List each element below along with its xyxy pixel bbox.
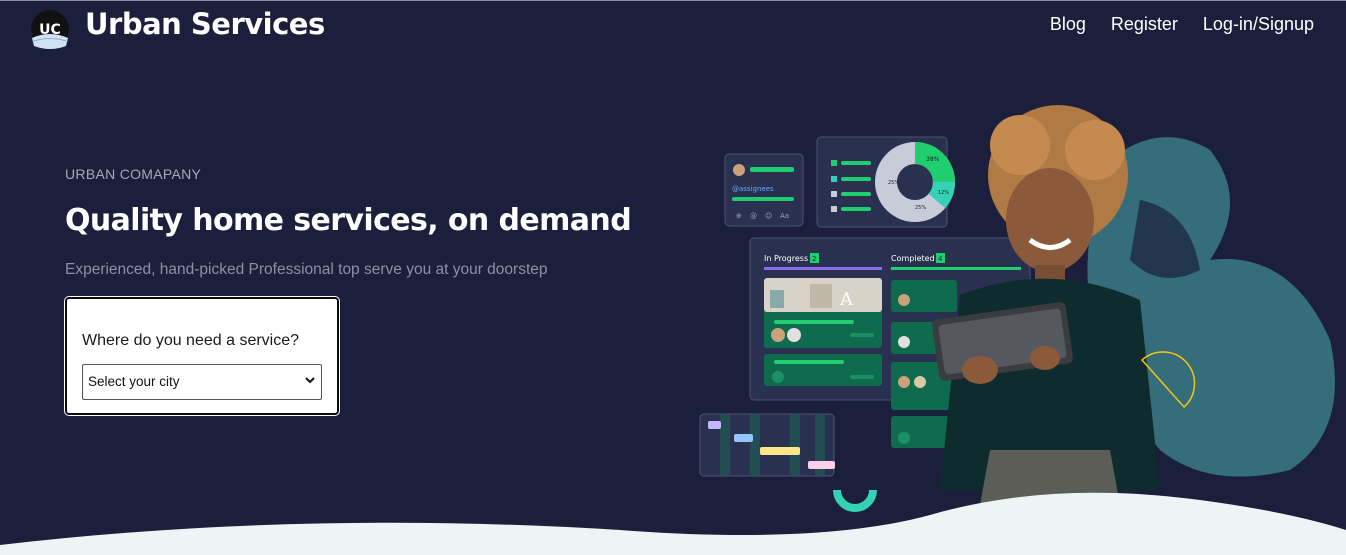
- service-location-label: Where do you need a service?: [82, 332, 300, 349]
- nav-register[interactable]: Register: [1111, 14, 1178, 35]
- assignees-label: @assignees: [732, 185, 774, 193]
- donut-label-1: 38%: [926, 156, 940, 163]
- nav-blog[interactable]: Blog: [1050, 14, 1086, 35]
- mask-logo-icon: UC: [31, 10, 69, 49]
- column-completed-label: Completed: [891, 254, 935, 263]
- assignee-card: @assignees ⊕ @ ☺ Aa: [724, 153, 804, 227]
- chevron-down-icon: [305, 377, 315, 384]
- format-label: Aa: [780, 212, 789, 220]
- city-select[interactable]: Select your city: [82, 364, 322, 400]
- attach-icon: ⊕: [736, 212, 742, 220]
- column-in-progress-count: 2: [812, 255, 816, 263]
- column-in-progress-label: In Progress: [764, 254, 808, 263]
- brand-logo[interactable]: UC: [28, 8, 72, 52]
- kitchen-letter-icon: A: [839, 289, 854, 310]
- bottom-wave: [0, 492, 1346, 555]
- emoji-icon: ☺: [765, 212, 772, 220]
- mention-icon: @: [750, 212, 757, 220]
- site-header: UC Urban Services Blog Register Log-in/S…: [0, 0, 1346, 52]
- donut-label-2: 12%: [938, 190, 949, 196]
- column-completed-count: 4: [938, 255, 943, 263]
- hero-eyebrow: URBAN COMAPANY: [65, 166, 202, 182]
- hero-subtitle: Experienced, hand-picked Professional to…: [65, 261, 548, 278]
- main-nav: Blog Register Log-in/Signup: [1050, 14, 1314, 35]
- donut-chart-card: 38% 12% 25% 25%: [816, 136, 956, 228]
- donut-label-4: 25%: [915, 205, 926, 211]
- donut-label-3: 25%: [888, 180, 899, 186]
- service-search-card: Where do you need a service? Select your…: [65, 297, 339, 415]
- woman-with-tablet-photo: [932, 105, 1160, 505]
- nav-login-signup[interactable]: Log-in/Signup: [1203, 14, 1314, 35]
- hero-title: Quality home services, on demand: [65, 203, 632, 238]
- timeline-card: [699, 413, 835, 477]
- brand-name[interactable]: Urban Services: [85, 7, 325, 41]
- city-select-value: Select your city: [88, 374, 180, 389]
